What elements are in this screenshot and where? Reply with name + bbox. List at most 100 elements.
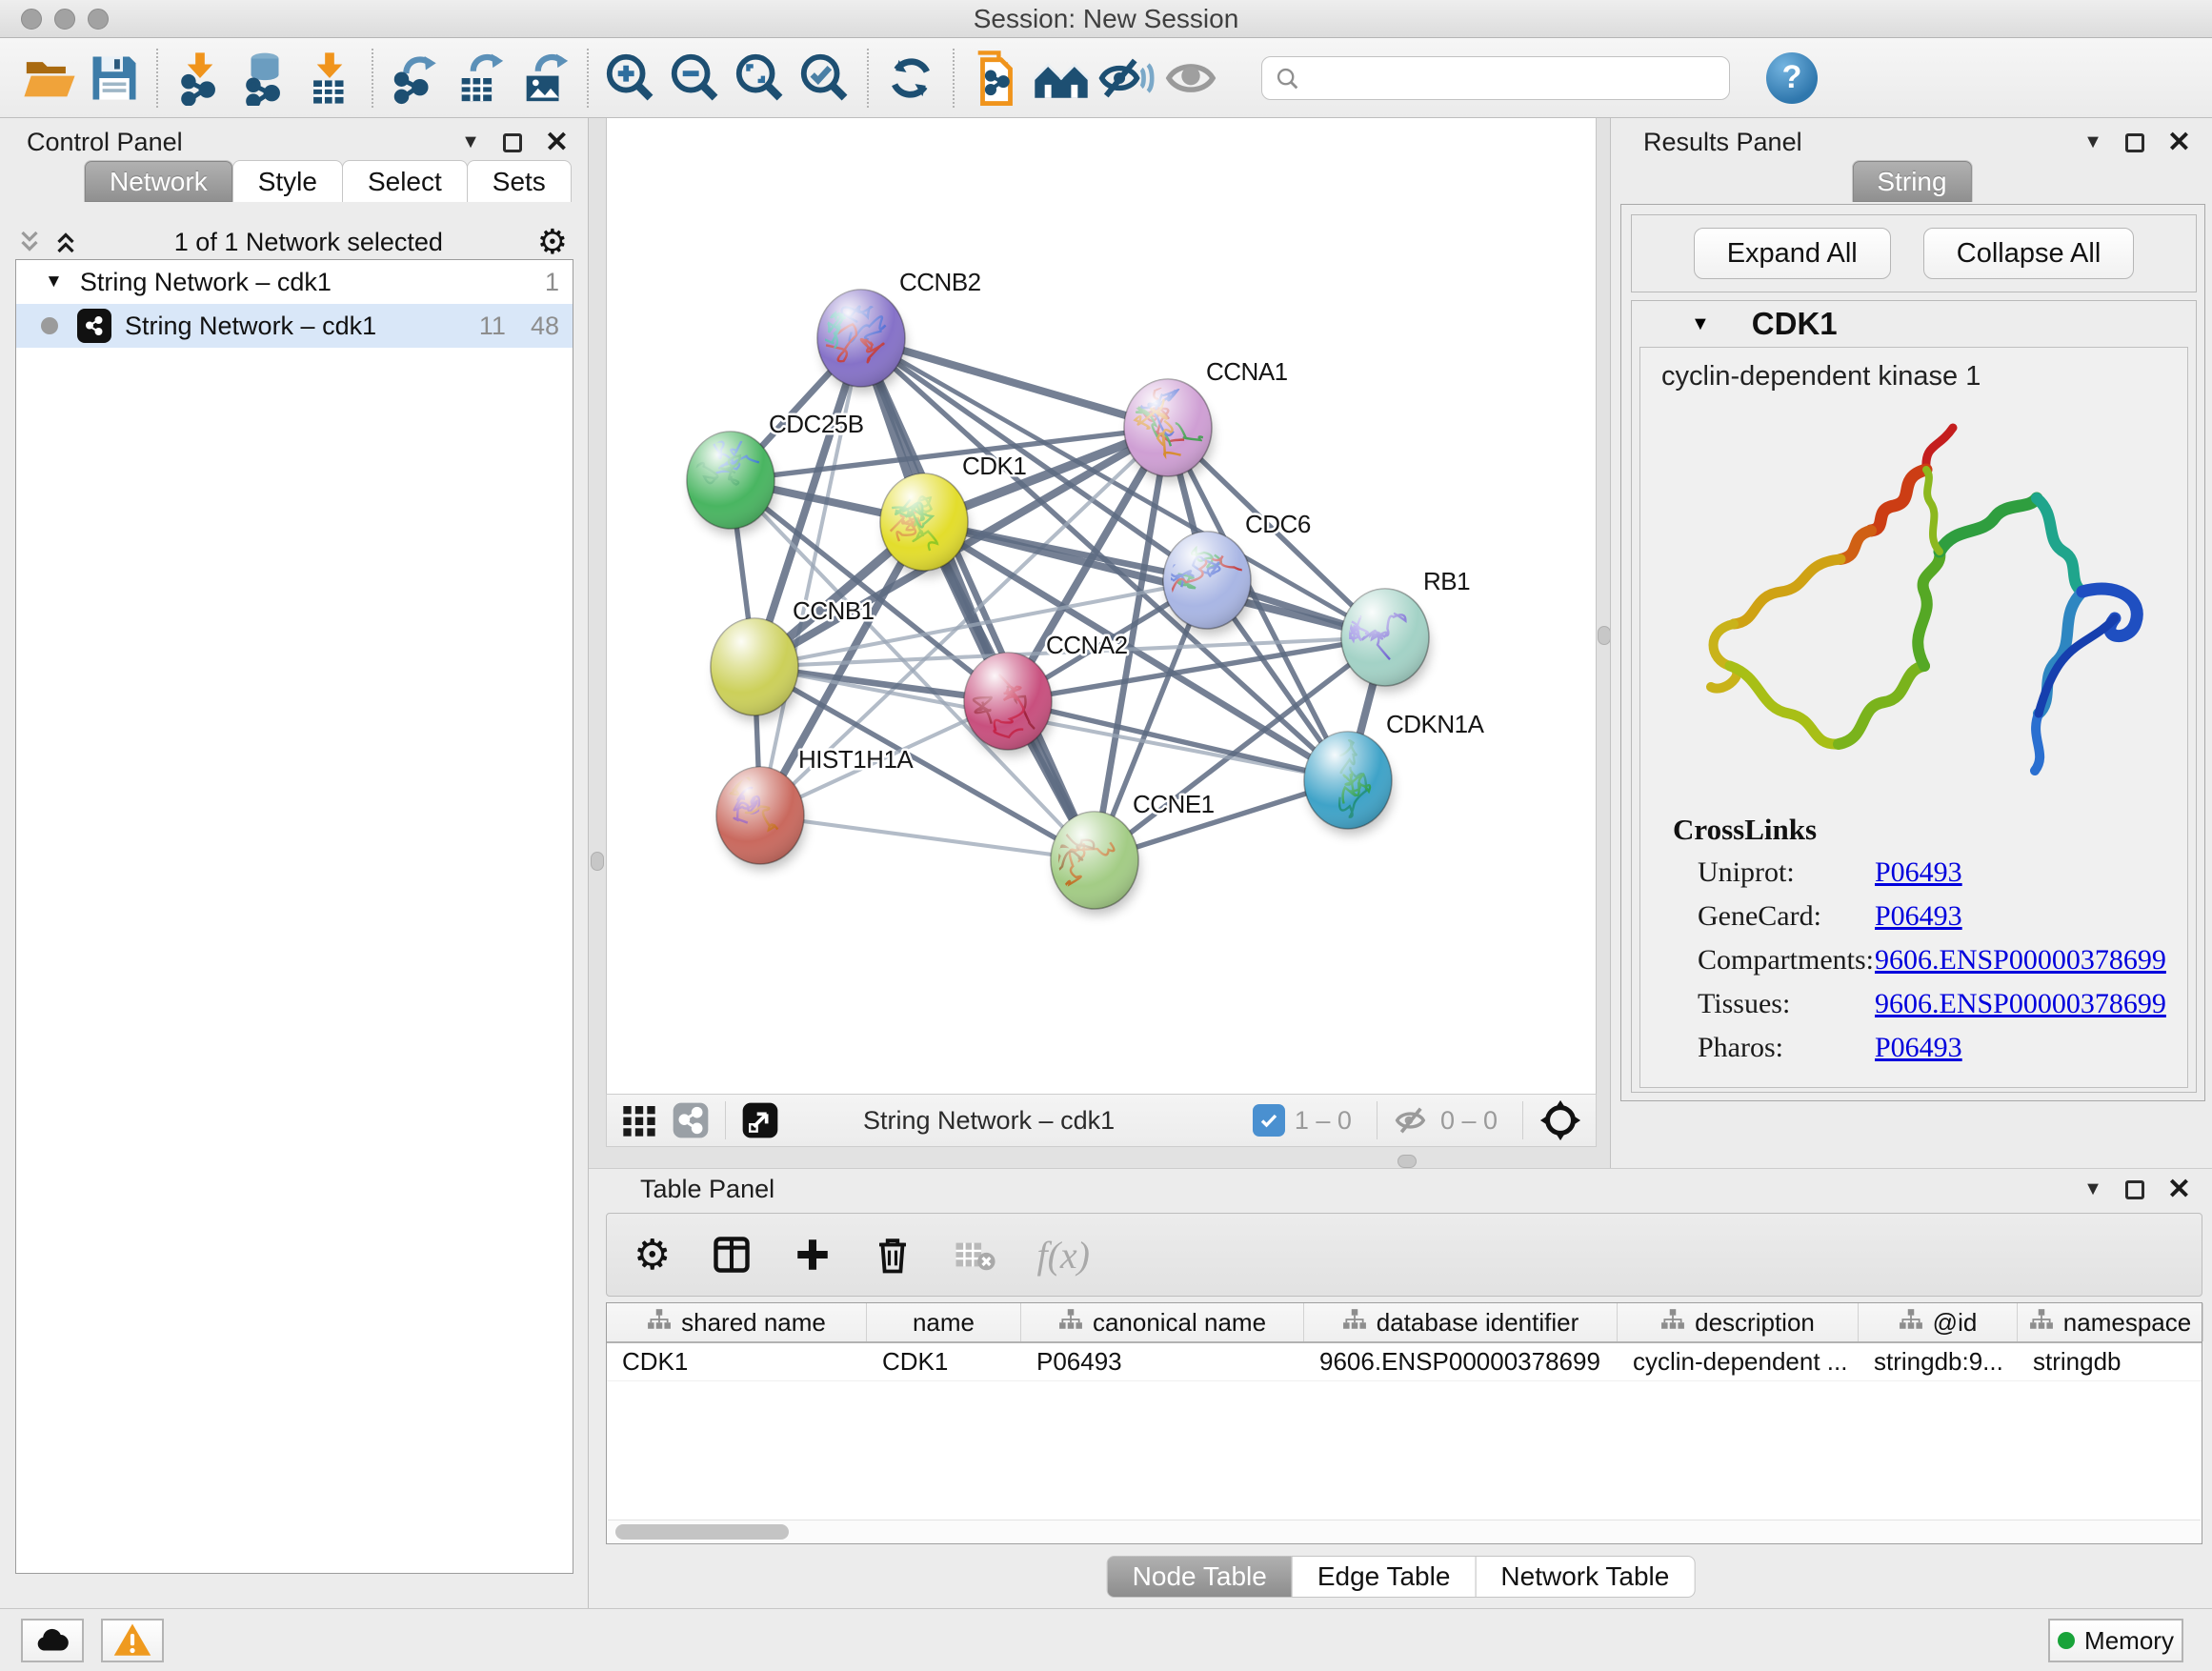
table-cell[interactable]: stringdb:9... bbox=[1859, 1343, 2018, 1380]
maximize-window-button[interactable] bbox=[88, 9, 109, 30]
tab-sets[interactable]: Sets bbox=[467, 160, 572, 202]
table-cell[interactable]: stringdb bbox=[2018, 1343, 2203, 1380]
expand-all-button[interactable]: Expand All bbox=[1694, 228, 1891, 279]
crosslink-label: GeneCard: bbox=[1698, 900, 1875, 933]
network-node-RB1[interactable] bbox=[1328, 589, 1430, 692]
network-row-selected[interactable]: String Network – cdk1 11 48 bbox=[16, 304, 573, 348]
refresh-view-button[interactable] bbox=[878, 46, 943, 111]
panel-close-icon[interactable]: ✕ bbox=[2167, 133, 2191, 152]
zoom-in-button[interactable] bbox=[598, 46, 663, 111]
import-network-from-database-button[interactable] bbox=[232, 46, 297, 111]
column-header-name[interactable]: name bbox=[867, 1303, 1021, 1341]
network-node-CCNB1[interactable] bbox=[711, 618, 799, 721]
network-canvas[interactable]: CCNB2CCNA1CDC25BCDK1CDC6RB1CCNB1CCNA2CDK… bbox=[606, 118, 1597, 1094]
panel-close-icon[interactable]: ✕ bbox=[545, 133, 569, 152]
network-node-CDKN1A[interactable] bbox=[1304, 732, 1393, 835]
memory-button[interactable]: Memory bbox=[2048, 1619, 2183, 1662]
table-cell[interactable]: cyclin-dependent ... bbox=[1618, 1343, 1859, 1380]
delete-column-trash-icon[interactable] bbox=[873, 1235, 913, 1275]
tab-edge-table[interactable]: Edge Table bbox=[1292, 1556, 1477, 1598]
column-header-shared-name[interactable]: shared name bbox=[607, 1303, 867, 1341]
zoom-selected-button[interactable] bbox=[793, 46, 857, 111]
import-database-icon bbox=[237, 50, 292, 106]
network-node-HIST1H1A[interactable] bbox=[716, 767, 805, 870]
tab-network[interactable]: Network bbox=[84, 160, 233, 202]
expand-all-chevrons-icon[interactable] bbox=[51, 228, 80, 256]
network-node-CDC25B[interactable] bbox=[669, 432, 775, 534]
crosslink-link[interactable]: P06493 bbox=[1875, 900, 1962, 933]
tab-node-table[interactable]: Node Table bbox=[1107, 1556, 1293, 1598]
zoom-fit-button[interactable] bbox=[728, 46, 793, 111]
panel-float-icon[interactable] bbox=[2125, 133, 2144, 152]
string-results-container: Expand All Collapse All ▼ CDK1 cyclin-de… bbox=[1620, 204, 2205, 1101]
tab-style[interactable]: Style bbox=[232, 160, 343, 202]
table-cell[interactable]: CDK1 bbox=[607, 1343, 867, 1380]
table-options-gear-icon[interactable]: ⚙ bbox=[633, 1231, 671, 1279]
column-header-database-identifier[interactable]: database identifier bbox=[1304, 1303, 1618, 1341]
tab-network-table[interactable]: Network Table bbox=[1475, 1556, 1695, 1598]
column-header-@id[interactable]: @id bbox=[1859, 1303, 2018, 1341]
panel-close-icon[interactable]: ✕ bbox=[2167, 1180, 2191, 1199]
horizontal-splitter-handle[interactable] bbox=[1398, 1155, 1417, 1168]
close-window-button[interactable] bbox=[21, 9, 42, 30]
panel-menu-caret-icon[interactable]: ▼ bbox=[461, 131, 480, 153]
column-header-description[interactable]: description bbox=[1618, 1303, 1859, 1341]
column-header-canonical-name[interactable]: canonical name bbox=[1021, 1303, 1304, 1341]
left-splitter-handle[interactable] bbox=[591, 852, 604, 871]
minimize-window-button[interactable] bbox=[54, 9, 75, 30]
collapse-all-button[interactable]: Collapse All bbox=[1923, 228, 2135, 279]
network-node-CDK1[interactable] bbox=[880, 473, 969, 576]
panel-menu-caret-icon[interactable]: ▼ bbox=[2083, 1178, 2102, 1200]
crosslink-link[interactable]: 9606.ENSP00000378699 bbox=[1875, 988, 2166, 1020]
right-splitter-handle[interactable] bbox=[1598, 626, 1611, 645]
home-view-button[interactable] bbox=[1029, 46, 1094, 111]
table-cell[interactable]: P06493 bbox=[1021, 1343, 1304, 1380]
tab-string[interactable]: String bbox=[1851, 160, 1972, 202]
table-row[interactable]: CDK1CDK1P064939606.ENSP00000378699cyclin… bbox=[607, 1343, 2202, 1381]
center-view-crosshair-icon[interactable] bbox=[1538, 1098, 1582, 1142]
import-network-button[interactable] bbox=[168, 46, 232, 111]
export-table-button[interactable] bbox=[448, 46, 513, 111]
table-cell[interactable]: 9606.ENSP00000378699 bbox=[1304, 1343, 1618, 1380]
birds-eye-view-icon[interactable] bbox=[741, 1101, 779, 1139]
save-session-button[interactable] bbox=[82, 46, 147, 111]
panel-float-icon[interactable] bbox=[2125, 1180, 2144, 1199]
show-all-button[interactable] bbox=[1158, 46, 1223, 111]
warnings-button[interactable] bbox=[101, 1619, 164, 1662]
string-view-icon[interactable] bbox=[672, 1101, 710, 1139]
open-session-button[interactable] bbox=[17, 46, 82, 111]
collection-expand-caret-icon[interactable]: ▼ bbox=[45, 272, 63, 292]
export-image-button[interactable] bbox=[513, 46, 577, 111]
copy-document-icon bbox=[969, 50, 1024, 106]
table-cell[interactable]: CDK1 bbox=[867, 1343, 1021, 1380]
gene-section-header[interactable]: ▼ CDK1 bbox=[1632, 301, 2196, 347]
hide-selected-button[interactable] bbox=[1094, 46, 1158, 111]
network-collection-row[interactable]: ▼ String Network – cdk1 1 bbox=[16, 260, 573, 304]
network-options-gear-icon[interactable]: ⚙ bbox=[537, 222, 568, 262]
panel-menu-caret-icon[interactable]: ▼ bbox=[2083, 131, 2102, 153]
cloud-status-button[interactable] bbox=[21, 1619, 84, 1662]
import-table-button[interactable] bbox=[297, 46, 362, 111]
crosslink-link[interactable]: 9606.ENSP00000378699 bbox=[1875, 944, 2166, 976]
tab-select[interactable]: Select bbox=[342, 160, 468, 202]
create-column-plus-icon[interactable] bbox=[793, 1235, 833, 1275]
search-input[interactable] bbox=[1261, 56, 1730, 100]
panel-float-icon[interactable] bbox=[503, 133, 522, 152]
crosslink-link[interactable]: P06493 bbox=[1875, 1032, 1962, 1064]
zoom-out-button[interactable] bbox=[663, 46, 728, 111]
collapse-all-chevrons-icon[interactable] bbox=[15, 228, 44, 256]
scrollbar-thumb[interactable] bbox=[615, 1524, 789, 1540]
network-node-CCNA1[interactable] bbox=[1124, 379, 1216, 482]
export-network-button[interactable] bbox=[383, 46, 448, 111]
network-node-CCNE1[interactable] bbox=[1048, 812, 1139, 915]
gene-expand-caret-icon[interactable]: ▼ bbox=[1691, 313, 1710, 335]
crosslink-link[interactable]: P06493 bbox=[1875, 856, 1962, 889]
show-columns-icon[interactable] bbox=[711, 1234, 753, 1276]
grid-view-icon[interactable] bbox=[620, 1101, 658, 1139]
horizontal-scrollbar[interactable] bbox=[608, 1520, 2201, 1542]
clone-network-button[interactable] bbox=[964, 46, 1029, 111]
column-header-namespace[interactable]: namespace bbox=[2018, 1303, 2203, 1341]
help-button[interactable]: ? bbox=[1766, 52, 1818, 104]
function-builder-icon: f(x) bbox=[1036, 1233, 1090, 1278]
selected-checkbox-icon[interactable] bbox=[1253, 1104, 1285, 1137]
